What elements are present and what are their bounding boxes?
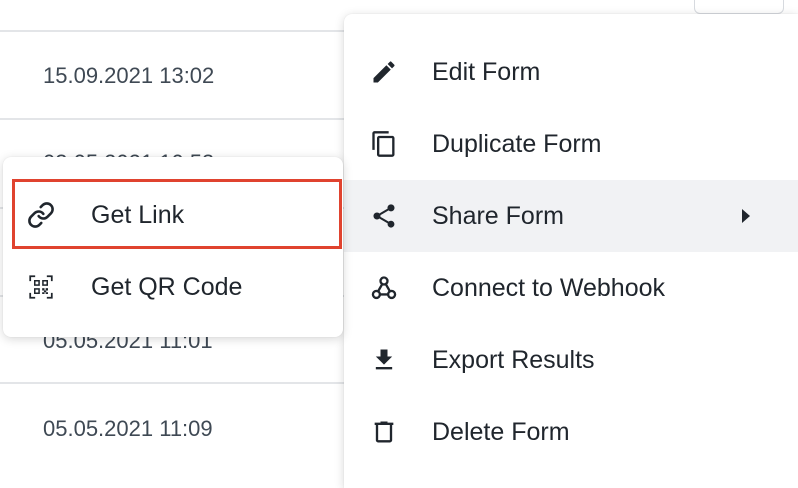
share-icon <box>370 202 398 230</box>
menu-item-label: Share Form <box>432 202 564 230</box>
qr-code-icon <box>27 273 55 301</box>
submenu-item-label: Get Link <box>91 201 185 229</box>
submenu-item-label: Get QR Code <box>91 273 243 301</box>
webhook-icon <box>370 274 398 302</box>
menu-item-label: Delete Form <box>432 418 570 446</box>
share-submenu: Get Link Get QR Code <box>3 157 343 337</box>
menu-item-label: Connect to Webhook <box>432 274 666 302</box>
menu-item-edit-form[interactable]: Edit Form <box>344 36 798 108</box>
menu-item-connect-webhook[interactable]: Connect to Webhook <box>344 252 798 324</box>
form-context-menu: Edit Form Duplicate Form Share Form Conn… <box>344 14 798 488</box>
header-button[interactable] <box>694 0 784 14</box>
trash-icon <box>370 418 398 446</box>
submenu-item-get-link[interactable]: Get Link <box>3 179 343 251</box>
table-row-date: 05.05.2021 11:09 <box>43 416 213 441</box>
pencil-icon <box>370 58 398 86</box>
menu-item-export-results[interactable]: Export Results <box>344 324 798 396</box>
duplicate-icon <box>370 130 398 158</box>
download-icon <box>370 346 398 374</box>
chevron-right-icon <box>742 209 750 223</box>
table-row-date: 15.09.2021 13:02 <box>43 63 215 88</box>
menu-item-label: Export Results <box>432 346 595 374</box>
link-icon <box>27 201 55 229</box>
submenu-item-get-qr-code[interactable]: Get QR Code <box>3 251 343 323</box>
menu-item-share-form[interactable]: Share Form <box>344 180 798 252</box>
menu-item-label: Edit Form <box>432 58 541 86</box>
menu-item-duplicate-form[interactable]: Duplicate Form <box>344 108 798 180</box>
menu-item-delete-form[interactable]: Delete Form <box>344 396 798 468</box>
menu-item-label: Duplicate Form <box>432 130 602 158</box>
